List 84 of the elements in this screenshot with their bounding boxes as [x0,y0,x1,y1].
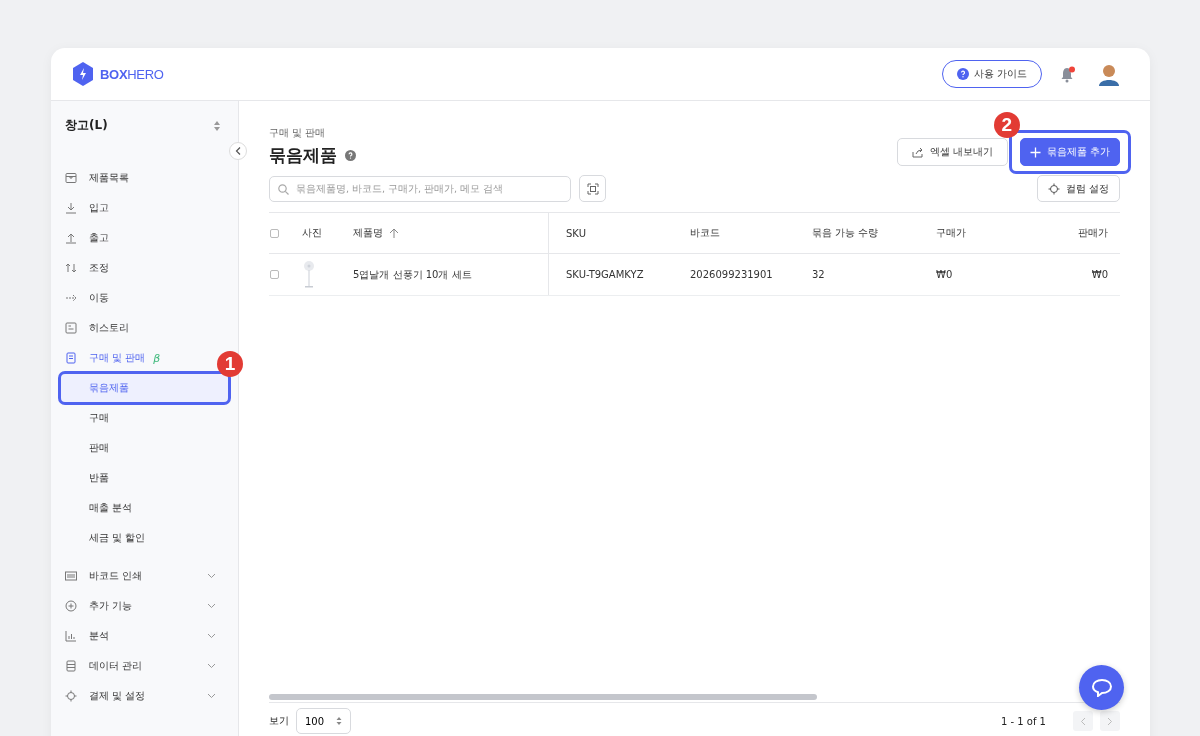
chevron-down-icon[interactable] [207,693,216,699]
export-excel-button[interactable]: 엑셀 내보내기 [896,138,1008,166]
column-header[interactable]: 묶음 가능 수량 [812,226,879,240]
avatar-icon[interactable] [1098,62,1120,86]
column-header[interactable]: 제품명 [353,226,399,240]
help-icon[interactable] [345,150,356,161]
column-header[interactable]: 판매가 [1078,226,1108,240]
chevron-down-icon[interactable] [207,603,216,609]
table-cell: ₩0 [1058,253,1120,296]
sidebar-item[interactable]: 이동 [58,283,116,313]
chevron-down-icon[interactable] [207,573,216,579]
select-all-checkbox[interactable] [270,228,279,238]
database-icon [65,660,77,672]
sidebar-item[interactable]: 구매 및 판매 β [58,343,168,373]
step-number-badge: 2 [993,112,1020,138]
column-header[interactable]: 구매가 [936,226,966,240]
table-cell: ₩0 [935,253,1058,296]
step-number-badge: 1 [217,351,243,377]
table-cell: 2026099231901 [689,253,811,296]
sidebar-item[interactable]: 입고 [58,193,116,223]
chevron-down-icon[interactable] [207,663,216,669]
page-title: 묶음제품 [269,144,337,167]
sidebar-subitem[interactable]: 반품 [58,463,231,493]
sidebar-item[interactable]: 출고 [58,223,116,253]
barcode-icon [65,570,77,582]
speech-bubble-icon [1091,678,1112,697]
sort-arrows-icon[interactable] [214,120,220,131]
bar-chart-icon [65,630,77,642]
sidebar-item[interactable]: 분석 [58,621,231,651]
sort-arrows-icon [336,716,343,726]
table-cell: 5엽날개 선풍기 10개 세트 [352,253,549,296]
sidebar-item[interactable]: 제품목록 [58,163,136,193]
sidebar-subitem[interactable]: 구매 [58,403,231,433]
settings-icon [65,690,77,702]
box-icon [65,172,77,184]
sidebar-item[interactable]: 히스토리 [58,313,136,343]
row-checkbox[interactable] [270,270,279,279]
help-icon [956,68,969,80]
column-header[interactable]: SKU [566,227,586,239]
table-cell: 32 [811,253,935,296]
brand-name: BOXHERO [100,66,164,82]
column-settings-button[interactable]: 컬럼 설정 [1036,175,1120,202]
chevron-left-icon [1080,716,1086,726]
bell-icon[interactable] [1060,65,1076,83]
chevron-down-icon[interactable] [207,633,216,639]
history-icon [65,322,77,334]
page-size-select[interactable]: 100 [296,708,352,734]
dashed-arrow-icon [65,292,77,304]
column-header: 사진 [301,213,352,254]
plus-circle-icon [65,600,77,612]
sort-up-arrow-icon[interactable] [389,227,399,239]
sidebar-subitem[interactable]: 세금 및 할인 [58,523,231,553]
sidebar-subitem[interactable]: 매출 분석 [58,493,231,523]
user-guide-button[interactable]: 사용 가이드 [941,60,1042,88]
sidebar-subitem[interactable]: 판매 [58,433,231,463]
search-field[interactable]: 묶음제품명, 바코드, 구매가, 판매가, 메모 검색 [269,175,571,202]
page-range: 1 - 1 of 1 [1000,715,1046,727]
swap-arrows-icon [65,262,77,274]
search-icon [278,183,289,195]
scan-icon [586,182,599,195]
scan-button[interactable] [579,175,606,202]
plus-icon [1029,146,1041,158]
sidebar-item[interactable]: 조정 [58,253,116,283]
settings-icon [1047,182,1060,195]
page-size-label: 보기 [269,714,289,728]
breadcrumb: 구매 및 판매 [269,126,327,140]
chevron-left-icon [235,147,241,155]
sidebar-item[interactable]: 결제 및 설정 [58,681,231,711]
scrollbar-thumb[interactable] [269,694,817,700]
share-icon [911,146,924,158]
sidebar-subitem[interactable]: 묶음제품 [60,373,229,403]
table-cell: SKU-T9GAMKYZ [548,253,689,296]
column-header[interactable]: 바코드 [690,226,720,240]
warehouse-selector[interactable]: 창고(L) [65,117,108,134]
document-icon [65,352,77,364]
download-arrow-icon [65,202,77,214]
chevron-right-icon [1107,716,1113,726]
sidebar-item[interactable]: 추가 기능 [58,591,231,621]
add-bundle-button[interactable]: 묶음제품 추가 [1019,138,1120,166]
upload-arrow-icon [65,232,77,244]
collapse-sidebar-button[interactable] [229,142,247,160]
hexagon-logo-icon [72,62,94,86]
sidebar-item[interactable]: 바코드 인쇄 [58,561,231,591]
sidebar-item[interactable]: 데이터 관리 [58,651,231,681]
